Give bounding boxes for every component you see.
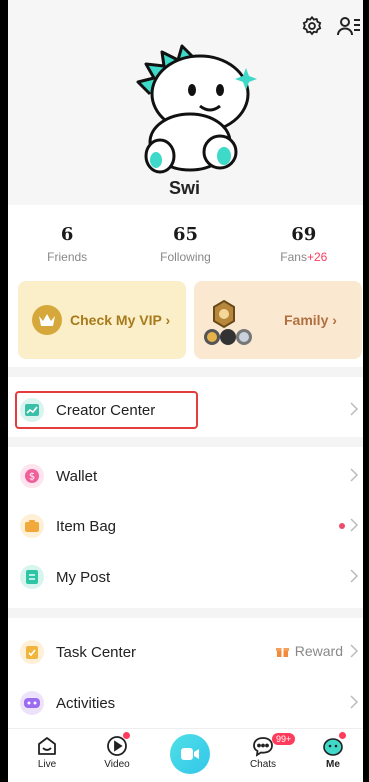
vip-card[interactable]: Check My VIP › — [18, 281, 186, 359]
svg-text:$: $ — [29, 472, 35, 483]
new-item-dot — [339, 523, 345, 529]
chevron-right-icon — [350, 402, 359, 416]
bottom-navigation: Live Video Chats 99+ Me — [0, 728, 369, 782]
me-notification-dot — [339, 732, 346, 739]
avatar-dinosaur-mascot[interactable] — [120, 34, 260, 174]
nav-label: Video — [104, 759, 130, 770]
profile-stats: 6 Friends 65 Following 69 Fans+26 — [8, 224, 363, 274]
chat-bubble-icon — [252, 735, 274, 757]
task-reward: Reward — [275, 643, 343, 659]
stat-label-row: Fans+26 — [245, 250, 363, 264]
chevron-right-icon — [350, 569, 359, 583]
nav-me[interactable]: Me — [308, 732, 358, 770]
stat-value: 65 — [172, 224, 199, 245]
menu-item-task-center[interactable]: Task Center Reward — [8, 629, 363, 675]
task-clipboard-icon — [20, 640, 44, 664]
settings-gear-icon[interactable] — [300, 14, 324, 38]
menu-item-label: Wallet — [56, 467, 98, 485]
highlight-creator-center — [15, 391, 198, 429]
stat-value: 69 — [291, 224, 317, 245]
nav-label: Me — [326, 759, 340, 770]
menu-item-label: Activities — [56, 694, 116, 712]
stat-friends[interactable]: 6 Friends — [8, 224, 126, 274]
family-card-label: Family › — [284, 312, 337, 328]
menu-item-activities[interactable]: Activities — [8, 680, 363, 726]
profile-screen: Swi 6 Friends 65 Following 69 Fans+26 Ch… — [0, 0, 369, 782]
screen-bezel-right — [363, 0, 369, 782]
stat-fans[interactable]: 69 Fans+26 — [245, 224, 363, 274]
nav-video[interactable]: Video — [92, 732, 142, 770]
chevron-right-icon — [350, 518, 359, 532]
camera-icon — [181, 748, 199, 760]
menu-item-label: Task Center — [56, 643, 137, 661]
family-label-text: Family — [284, 312, 329, 328]
wallet-coin-icon: $ — [20, 464, 44, 488]
username: Swi — [168, 178, 200, 198]
family-badge-icon — [202, 299, 262, 347]
chevron-right-icon — [350, 644, 359, 658]
menu-item-label: Item Bag — [56, 517, 117, 535]
crown-icon — [32, 305, 62, 335]
vip-label-text: Check My VIP — [70, 312, 162, 328]
family-card[interactable]: Family › — [194, 281, 362, 359]
section-divider — [0, 608, 369, 618]
menu-item-item-bag[interactable]: Item Bag — [8, 503, 363, 549]
nav-label: Chats — [249, 759, 277, 770]
gamepad-icon — [20, 691, 44, 715]
post-document-icon — [20, 565, 44, 589]
stat-label: Friends — [47, 250, 88, 264]
me-dino-icon — [322, 732, 346, 757]
stat-following[interactable]: 65 Following — [126, 224, 244, 274]
nav-label: Live — [37, 759, 57, 770]
video-notification-dot — [123, 732, 130, 739]
menu-item-label: My Post — [56, 568, 111, 586]
live-house-icon — [36, 735, 58, 757]
profile-header: Swi — [0, 0, 369, 205]
chevron-right-icon — [350, 468, 359, 482]
stat-label: Following — [160, 250, 211, 264]
stat-value: 6 — [60, 224, 74, 245]
section-divider — [0, 367, 369, 377]
chats-unread-badge: 99+ — [272, 733, 296, 745]
nav-live[interactable]: Live — [22, 735, 72, 770]
menu-item-wallet[interactable]: $ Wallet — [8, 453, 363, 499]
chevron-right-icon — [350, 695, 359, 709]
bag-icon — [20, 514, 44, 538]
stat-label: Fans — [280, 250, 307, 264]
screen-bezel-left — [0, 0, 8, 782]
promo-cards: Check My VIP › Family › — [18, 281, 362, 359]
section-divider — [0, 437, 369, 447]
record-video-button[interactable] — [170, 734, 210, 774]
profile-list-icon[interactable] — [337, 14, 361, 38]
gift-icon — [275, 647, 289, 657]
reward-label: Reward — [294, 643, 343, 659]
video-play-icon — [106, 732, 130, 757]
vip-card-label: Check My VIP › — [70, 312, 171, 328]
menu-item-my-post[interactable]: My Post — [8, 554, 363, 600]
fans-gain: +26 — [306, 250, 328, 264]
